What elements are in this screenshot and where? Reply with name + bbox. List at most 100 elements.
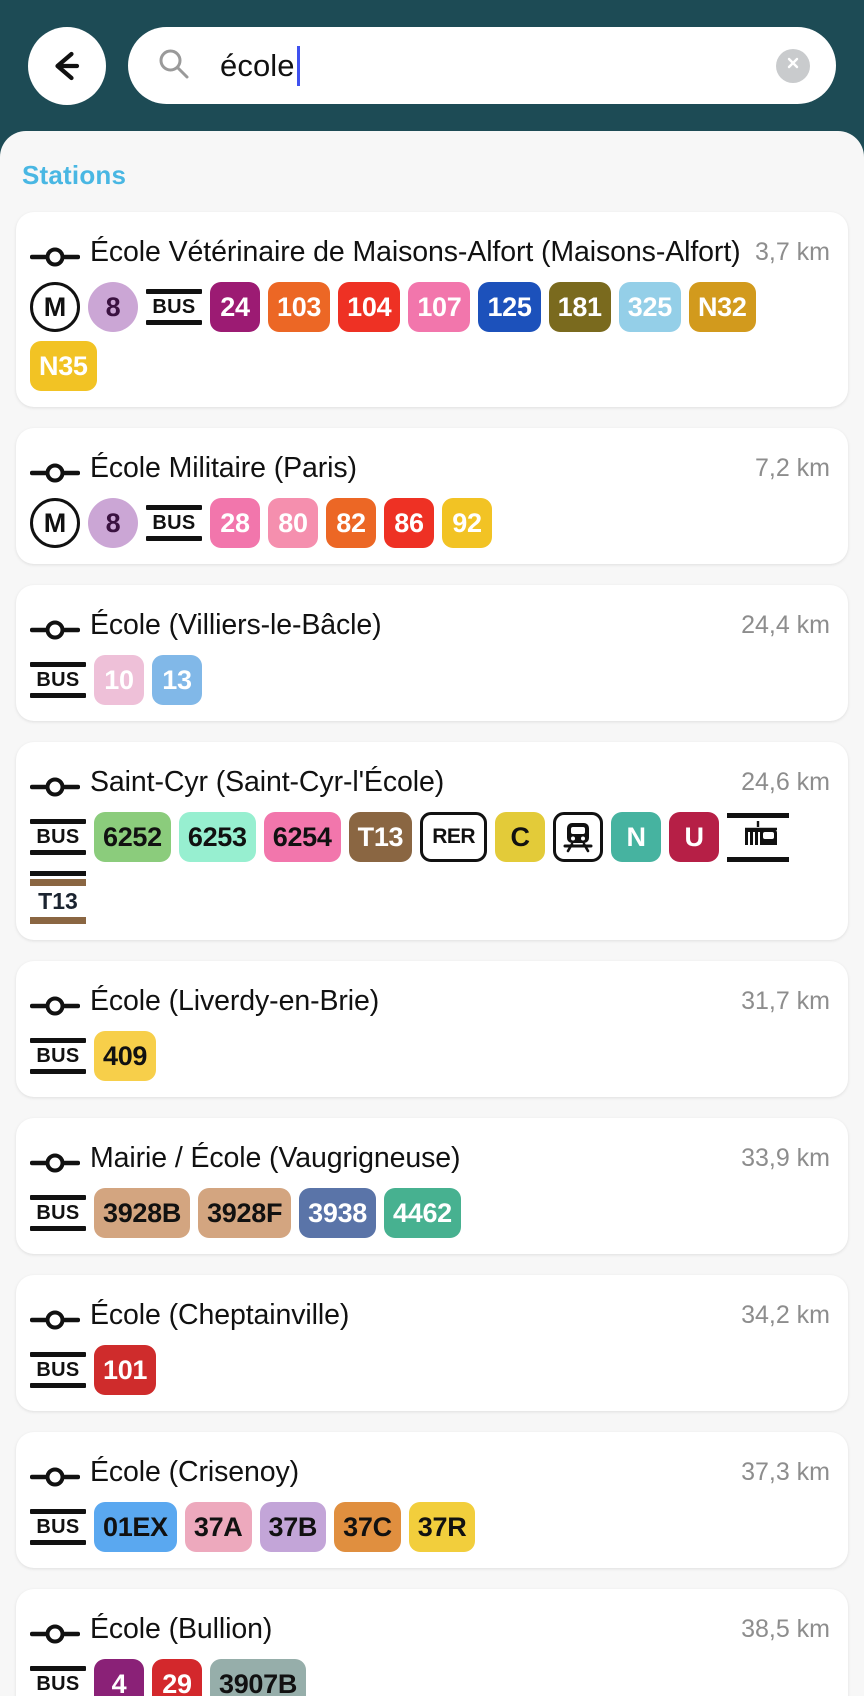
- results-sheet: Stations École Vétérinaire de Maisons-Al…: [0, 131, 864, 1696]
- station-card[interactable]: École Vétérinaire de Maisons-Alfort (Mai…: [16, 212, 848, 407]
- station-distance: 34,2 km: [741, 1301, 830, 1329]
- station-card[interactable]: École (Liverdy-en-Brie) 31,7 km BUS 409: [16, 961, 848, 1097]
- search-field[interactable]: école: [128, 27, 836, 104]
- station-card-header: École Militaire (Paris) 7,2 km: [29, 444, 830, 489]
- station-card[interactable]: École (Cheptainville) 34,2 km BUS 101: [16, 1275, 848, 1411]
- bus-mode-label: BUS: [36, 1673, 80, 1695]
- line-badge[interactable]: 3938: [299, 1188, 377, 1238]
- tram-line-label: T13: [38, 888, 78, 914]
- line-badge[interactable]: 3928F: [198, 1188, 292, 1238]
- station-card[interactable]: École (Crisenoy) 37,3 km BUS 01EX 37A 37B 37C 3…: [16, 1432, 848, 1568]
- station-card[interactable]: École (Villiers-le-Bâcle) 24,4 km BUS 10 13: [16, 585, 848, 721]
- line-badge[interactable]: 37A: [184, 1502, 252, 1552]
- station-distance: 7,2 km: [754, 454, 830, 482]
- line-badge[interactable]: 01EX: [94, 1502, 177, 1552]
- line-badge[interactable]: T13: [348, 812, 413, 862]
- bus-mode-icon: BUS: [30, 1352, 86, 1388]
- line-badge[interactable]: 103: [268, 282, 331, 332]
- station-name: École (Bullion): [90, 1613, 273, 1645]
- line-badge[interactable]: 37C: [334, 1502, 401, 1552]
- bus-bar-bottom: [30, 1226, 86, 1231]
- station-card-header: École (Villiers-le-Bâcle) 24,4 km: [29, 601, 830, 646]
- line-badge[interactable]: N35: [30, 341, 97, 391]
- stop-marker-icon: [29, 995, 81, 1022]
- station-card-header: École Vétérinaire de Maisons-Alfort (Mai…: [29, 228, 830, 273]
- station-card[interactable]: École (Bullion) 38,5 km BUS 4 29 3907B: [16, 1589, 848, 1696]
- line-badge[interactable]: N: [611, 812, 662, 862]
- station-card[interactable]: Mairie / École (Vaugrigneuse) 33,9 km BUS 3…: [16, 1118, 848, 1254]
- line-badge[interactable]: 80: [268, 498, 318, 548]
- line-badge[interactable]: N32: [688, 282, 756, 332]
- line-badge[interactable]: 37R: [408, 1502, 476, 1552]
- search-input[interactable]: école: [206, 27, 760, 104]
- station-card-header: École (Cheptainville) 34,2 km: [29, 1291, 830, 1336]
- bus-mode-icon: BUS: [30, 1195, 86, 1231]
- line-badge[interactable]: 37B: [259, 1502, 327, 1552]
- line-badge[interactable]: 409: [94, 1031, 157, 1081]
- line-badge[interactable]: 92: [442, 498, 492, 548]
- bus-mode-label: BUS: [36, 669, 80, 691]
- stop-marker-icon: [29, 776, 81, 803]
- station-name: École (Cheptainville): [90, 1299, 350, 1331]
- line-badge[interactable]: 8: [88, 282, 138, 332]
- line-badge[interactable]: 325: [618, 282, 681, 332]
- clear-search-button[interactable]: [776, 48, 810, 83]
- bus-bar-bottom: [146, 536, 202, 541]
- line-badge[interactable]: 6252: [94, 812, 171, 862]
- station-card[interactable]: Saint-Cyr (Saint-Cyr-l'École) 24,6 km BUS 6…: [16, 742, 848, 940]
- line-badge[interactable]: C: [495, 812, 546, 862]
- station-name: Mairie / École (Vaugrigneuse): [90, 1142, 461, 1174]
- tram-color-bar-top: [30, 879, 86, 886]
- bus-bar-top: [30, 1666, 86, 1671]
- station-name: École (Crisenoy): [90, 1456, 300, 1488]
- line-badge[interactable]: 86: [384, 498, 434, 548]
- line-badge[interactable]: 24: [210, 282, 260, 332]
- line-badge[interactable]: 6254: [263, 812, 341, 862]
- bus-bar-top: [30, 1352, 86, 1357]
- line-badge[interactable]: 3907B: [210, 1659, 307, 1696]
- station-name: École (Liverdy-en-Brie): [90, 985, 380, 1017]
- bus-mode-icon: BUS: [30, 1666, 86, 1696]
- line-badge[interactable]: 3928B: [94, 1188, 191, 1238]
- bus-mode-label: BUS: [36, 1516, 80, 1538]
- line-badge[interactable]: 13: [152, 655, 202, 705]
- station-distance: 38,5 km: [741, 1615, 830, 1643]
- bus-mode-icon: BUS: [146, 505, 202, 541]
- line-badge[interactable]: 125: [478, 282, 541, 332]
- bus-mode-label: BUS: [152, 296, 196, 318]
- funicular-bar-top: [727, 812, 790, 818]
- station-card-header: Saint-Cyr (Saint-Cyr-l'École) 24,6 km: [29, 758, 830, 803]
- bus-bar-bottom: [30, 693, 86, 698]
- bus-bar-top: [30, 1195, 86, 1200]
- tram-line-badge[interactable]: T13: [30, 871, 86, 924]
- line-badge[interactable]: 6253: [178, 812, 256, 862]
- line-badge[interactable]: 107: [408, 282, 471, 332]
- line-badge[interactable]: 101: [94, 1345, 157, 1395]
- funicular-glyph: [731, 820, 785, 855]
- station-name: Saint-Cyr (Saint-Cyr-l'École): [90, 766, 445, 798]
- line-badge[interactable]: 29: [152, 1659, 202, 1696]
- text-caret: [296, 45, 300, 86]
- metro-mode-icon: M: [30, 282, 80, 332]
- bus-bar-top: [30, 819, 86, 824]
- line-badge[interactable]: U: [669, 812, 720, 862]
- bus-bar-bottom: [30, 1383, 86, 1388]
- line-badge[interactable]: 10: [94, 655, 144, 705]
- bus-mode-label: BUS: [36, 1045, 80, 1067]
- back-button[interactable]: [28, 26, 106, 105]
- bus-mode-icon: BUS: [30, 819, 86, 855]
- station-card-header: École (Liverdy-en-Brie) 31,7 km: [29, 977, 830, 1022]
- line-badge[interactable]: 181: [548, 282, 611, 332]
- line-badge[interactable]: 82: [326, 498, 376, 548]
- line-badge[interactable]: 104: [338, 282, 401, 332]
- line-badge[interactable]: 8: [88, 498, 138, 548]
- line-badge[interactable]: 4: [94, 1659, 144, 1696]
- station-card[interactable]: École Militaire (Paris) 7,2 km M 8 BUS 28 80 82…: [16, 428, 848, 564]
- line-badges: BUS 4 29 3907B: [30, 1659, 830, 1696]
- tram-color-bar-bottom: [30, 917, 86, 924]
- line-badge[interactable]: 28: [210, 498, 260, 548]
- station-name: École Militaire (Paris): [90, 452, 357, 484]
- back-arrow-icon: [47, 46, 87, 86]
- line-badges: BUS 01EX 37A 37B 37C 37R: [30, 1502, 830, 1552]
- line-badge[interactable]: 4462: [384, 1188, 461, 1238]
